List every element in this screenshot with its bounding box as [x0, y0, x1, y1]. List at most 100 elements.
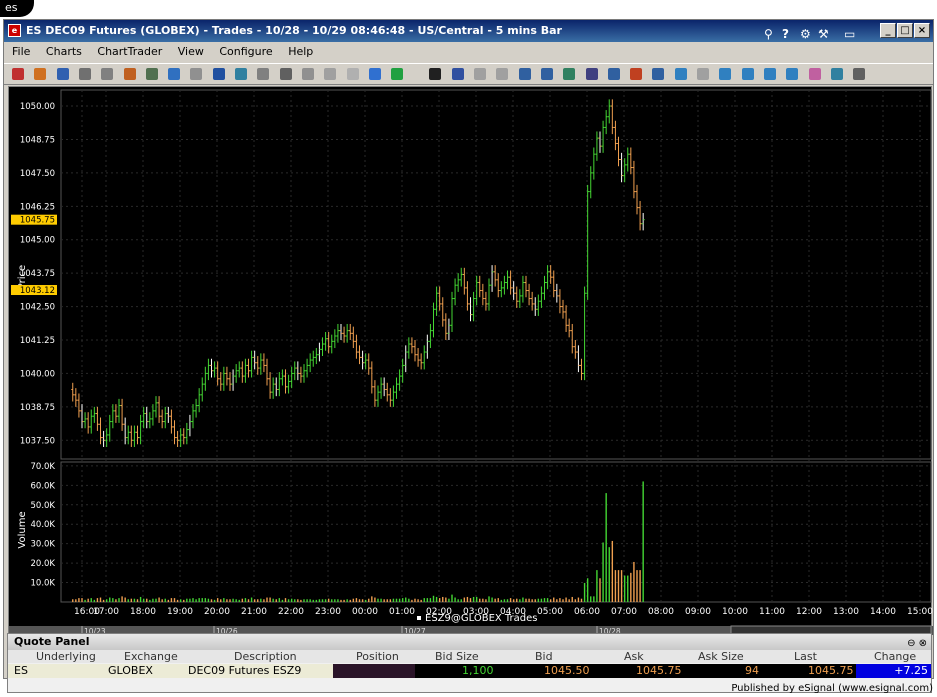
menu-view[interactable]: View — [178, 45, 204, 58]
level-price-marker: 1043.12 — [20, 286, 55, 296]
maximize-button[interactable]: □ — [897, 23, 913, 38]
chart-svg[interactable]: 1050.00 1048.75 1047.50 1046.25 1045.00 1043.… — [9, 87, 933, 636]
volume-panel-frame — [60, 461, 932, 603]
col-description[interactable]: Description — [234, 650, 297, 664]
app-icon: e — [8, 24, 21, 37]
chart-icon[interactable] — [235, 68, 247, 80]
minimize-button[interactable]: _ — [880, 23, 896, 38]
pen-icon[interactable] — [585, 68, 598, 80]
plus-icon[interactable] — [429, 68, 442, 80]
settings-icon[interactable] — [853, 68, 866, 80]
price-tick-label: 1048.75 — [20, 135, 55, 145]
zoom-icon[interactable] — [168, 68, 181, 80]
green-circle-icon[interactable] — [391, 68, 404, 80]
time-tick-label: 11:00 — [759, 607, 785, 617]
redo-icon[interactable] — [496, 68, 509, 80]
col-bid[interactable]: Bid — [535, 650, 553, 664]
crosshair-icon[interactable] — [12, 68, 24, 80]
price-tick-label: 1038.75 — [20, 403, 55, 413]
time-tick-label: 19:00 — [167, 607, 193, 617]
volume-tick-label: 70.0K — [31, 462, 56, 472]
chart-area[interactable]: 1050.00 1048.75 1047.50 1046.25 1045.00 1043.… — [8, 86, 933, 636]
menu-file[interactable]: File — [12, 45, 30, 58]
scroll-right-end-icon[interactable] — [786, 68, 799, 80]
line-tool-icon[interactable] — [451, 68, 464, 80]
time-tick-label: 15:00 — [907, 607, 933, 617]
print-icon[interactable] — [101, 68, 114, 80]
symbol-tab[interactable]: es — [0, 0, 34, 17]
menu-help[interactable]: Help — [288, 45, 313, 58]
vline-icon[interactable] — [540, 68, 553, 80]
gauge-icon[interactable] — [123, 68, 136, 80]
time-tick-label: 00:00 — [352, 607, 378, 617]
palette-icon[interactable] — [808, 68, 821, 80]
cell-exchange: GLOBEX — [108, 664, 153, 677]
price-tick-label: 1041.25 — [20, 336, 55, 346]
dot-icon[interactable] — [279, 68, 292, 80]
table-icon[interactable] — [145, 68, 158, 80]
area-icon[interactable] — [368, 68, 381, 80]
footer-credit: Published by eSignal (www.esignal.com) — [731, 683, 933, 694]
volume-axis-label: Volume — [17, 511, 28, 548]
window-title: ES DEC09 Futures (GLOBEX) - Trades - 10/… — [26, 24, 562, 37]
bars-icon[interactable] — [346, 68, 359, 80]
legend-label: ESZ9@GLOBEX Trades — [425, 613, 538, 624]
channel-icon[interactable] — [607, 68, 620, 80]
price-tick-label: 1040.00 — [20, 369, 55, 379]
volume-tick-label: 50.0K — [31, 501, 56, 511]
refresh-icon[interactable] — [830, 68, 843, 80]
compress-icon[interactable] — [719, 68, 732, 80]
time-tick-label: 10:00 — [722, 607, 748, 617]
col-last[interactable]: Last — [794, 650, 817, 664]
col-ask[interactable]: Ask — [624, 650, 644, 664]
volume-tick-label: 40.0K — [31, 520, 56, 530]
time-tick-label: 23:00 — [315, 607, 341, 617]
quote-row[interactable]: ES GLOBEX DEC09 Futures ESZ9 1,100 1045.… — [8, 664, 931, 678]
time-tick-label: 18:00 — [130, 607, 156, 617]
time-tick-label: 06:00 — [574, 607, 600, 617]
circle-icon[interactable] — [301, 68, 314, 80]
price-tick-label: 1045.00 — [20, 236, 55, 246]
clock-icon[interactable] — [56, 68, 69, 80]
menu-configure[interactable]: Configure — [219, 45, 272, 58]
toolbar — [4, 63, 933, 85]
menu-bar: File Charts ChartTrader View Configure H… — [4, 42, 933, 62]
col-position[interactable]: Position — [356, 650, 399, 664]
volume-tick-label: 10.0K — [31, 579, 56, 589]
scroll-right-icon[interactable] — [763, 68, 776, 80]
col-ask-size[interactable]: Ask Size — [698, 650, 744, 664]
bars-icon[interactable] — [324, 68, 337, 80]
quote-panel-header: Quote Panel ⊖ ⊗ — [8, 634, 931, 650]
menu-charttrader[interactable]: ChartTrader — [97, 45, 162, 58]
circle-icon[interactable] — [190, 68, 203, 80]
cursor-icon[interactable] — [34, 68, 47, 80]
last-price-marker: 1045.75 — [20, 216, 55, 226]
volume-tick-label: 30.0K — [31, 540, 56, 550]
bar-icon[interactable] — [212, 68, 225, 80]
scroll-left-icon[interactable] — [674, 68, 687, 80]
expand-icon[interactable] — [741, 68, 754, 80]
square-icon[interactable] — [257, 68, 270, 80]
hline-icon[interactable] — [518, 68, 531, 80]
time-tick-label: 12:00 — [796, 607, 822, 617]
quote-columns: Underlying Exchange Description Position… — [8, 650, 931, 663]
grid-icon[interactable] — [78, 68, 91, 80]
col-bid-size[interactable]: Bid Size — [435, 650, 479, 664]
time-tick-label: 08:00 — [648, 607, 674, 617]
col-underlying[interactable]: Underlying — [36, 650, 96, 664]
trend-icon[interactable] — [563, 68, 576, 80]
zoom-out-icon[interactable] — [652, 68, 665, 80]
time-tick-label: 17:00 — [93, 607, 119, 617]
zoom-in-icon[interactable] — [630, 68, 643, 80]
time-tick-label: 01:00 — [389, 607, 415, 617]
title-bar[interactable]: e ES DEC09 Futures (GLOBEX) - Trades - 1… — [4, 20, 933, 42]
scroll-left-end-icon[interactable] — [697, 68, 709, 80]
col-exchange[interactable]: Exchange — [124, 650, 178, 664]
cell-position — [333, 664, 415, 678]
menu-charts[interactable]: Charts — [46, 45, 82, 58]
close-button[interactable]: × — [914, 23, 930, 38]
col-change[interactable]: Change — [874, 650, 916, 664]
price-tick-label: 1042.50 — [20, 303, 55, 313]
undo-icon[interactable] — [474, 68, 486, 80]
price-tick-label: 1046.25 — [20, 202, 55, 212]
